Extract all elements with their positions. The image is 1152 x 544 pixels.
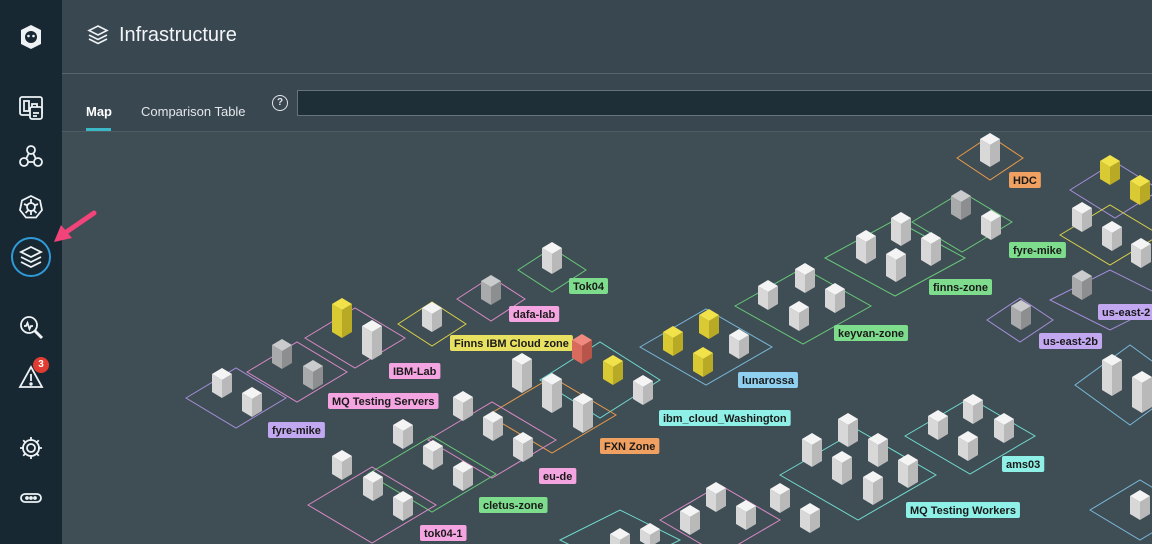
zone-group[interactable]: finns-zone — [823, 212, 992, 297]
zone-group[interactable]: dafa-lab — [456, 275, 560, 322]
zone-label[interactable]: cletus-zone — [483, 500, 544, 512]
zone-label[interactable]: finns-zone — [933, 282, 988, 294]
host-cube-side — [342, 304, 352, 338]
host-cube-side — [1112, 360, 1122, 396]
zone-label[interactable]: fyre-mike — [272, 425, 321, 437]
zone-label[interactable]: Tok04 — [573, 281, 605, 293]
host-cube-side — [552, 379, 562, 413]
host-cube-side — [1102, 360, 1112, 396]
zone-label[interactable]: fyre-mike — [1013, 245, 1062, 257]
zone-label[interactable]: tok04-1 — [424, 528, 463, 540]
search-input[interactable] — [297, 90, 1152, 116]
zone-group[interactable]: ams03 — [904, 394, 1045, 475]
applications-icon[interactable] — [11, 137, 51, 177]
zone-outline — [1048, 269, 1152, 331]
host-cube-side — [372, 326, 382, 360]
zone-group[interactable] — [659, 482, 820, 544]
zone-label[interactable]: ibm_cloud_Washington — [663, 413, 787, 425]
analyze-icon[interactable] — [11, 307, 51, 347]
zone-label[interactable]: us-east-2 — [1102, 307, 1150, 319]
zone-label[interactable]: lunarossa — [742, 375, 795, 387]
zone-label[interactable]: us-east-2b — [1043, 336, 1098, 348]
app-logo-icon[interactable] — [11, 17, 51, 57]
infrastructure-stack-icon[interactable] — [11, 237, 51, 277]
zone-group[interactable]: HDC — [956, 133, 1041, 188]
active-tab-indicator — [86, 128, 111, 131]
tab-comparison-table[interactable]: Comparison Table — [141, 104, 246, 119]
zone-outline — [185, 367, 287, 429]
dashboard-icon[interactable] — [11, 87, 51, 127]
zone-map-canvas[interactable]: HDC fyre-mike Tok04 dafa-lab finns-zone keyva… — [62, 132, 1152, 544]
zone-label[interactable]: FXN Zone — [604, 441, 655, 453]
tab-bar: Map Comparison Table ? — [62, 74, 1152, 132]
host-cube-side — [1132, 377, 1142, 413]
zone-group[interactable] — [558, 509, 682, 544]
infrastructure-stack-icon — [87, 25, 109, 45]
kubernetes-icon[interactable] — [11, 187, 51, 227]
host-cube-side — [1142, 377, 1152, 413]
page-title: Infrastructure — [119, 24, 237, 46]
zone-group[interactable] — [1074, 344, 1152, 426]
zone-group[interactable]: us-east-2b — [986, 297, 1103, 349]
page-header: Infrastructure — [62, 0, 1152, 74]
zone-group[interactable]: keyvan-zone — [733, 263, 909, 345]
pointer-arrow-icon — [54, 210, 97, 242]
host-cube-side — [362, 326, 372, 360]
zone-label[interactable]: HDC — [1013, 175, 1037, 187]
zone-label[interactable]: MQ Testing Workers — [910, 505, 1016, 517]
host-cube-side — [542, 379, 552, 413]
help-icon[interactable]: ? — [272, 95, 288, 111]
zone-group[interactable]: MQ Testing Workers — [778, 413, 1020, 521]
zone-group[interactable]: Tok04 — [517, 242, 608, 294]
zone-group[interactable]: us-east-2 — [1048, 269, 1152, 331]
host-cube-side — [332, 304, 342, 338]
zone-label[interactable]: MQ Testing Servers — [332, 396, 435, 408]
infrastructure-map[interactable]: HDC fyre-mike Tok04 dafa-lab finns-zone keyva… — [62, 132, 1152, 544]
zone-label[interactable]: eu-de — [543, 471, 572, 483]
host-cube-side — [573, 399, 583, 433]
more-icon[interactable] — [11, 478, 51, 518]
zone-label[interactable]: Finns IBM Cloud zone — [454, 338, 569, 350]
zone-label[interactable]: ams03 — [1006, 459, 1040, 471]
zone-group[interactable] — [1089, 479, 1152, 541]
host-cube-side — [583, 399, 593, 433]
host-cube-side — [512, 359, 522, 393]
events-count-badge: 3 — [33, 357, 49, 373]
host-cube-side — [522, 359, 532, 393]
tab-map[interactable]: Map — [86, 104, 112, 119]
zone-group[interactable]: lunarossa — [638, 308, 798, 388]
zone-outline — [304, 307, 406, 369]
sidebar: 3 — [0, 0, 62, 544]
zone-label[interactable]: dafa-lab — [513, 309, 555, 321]
settings-gear-icon[interactable] — [11, 428, 51, 468]
zone-label[interactable]: IBM-Lab — [393, 366, 437, 378]
zone-label[interactable]: keyvan-zone — [838, 328, 904, 340]
